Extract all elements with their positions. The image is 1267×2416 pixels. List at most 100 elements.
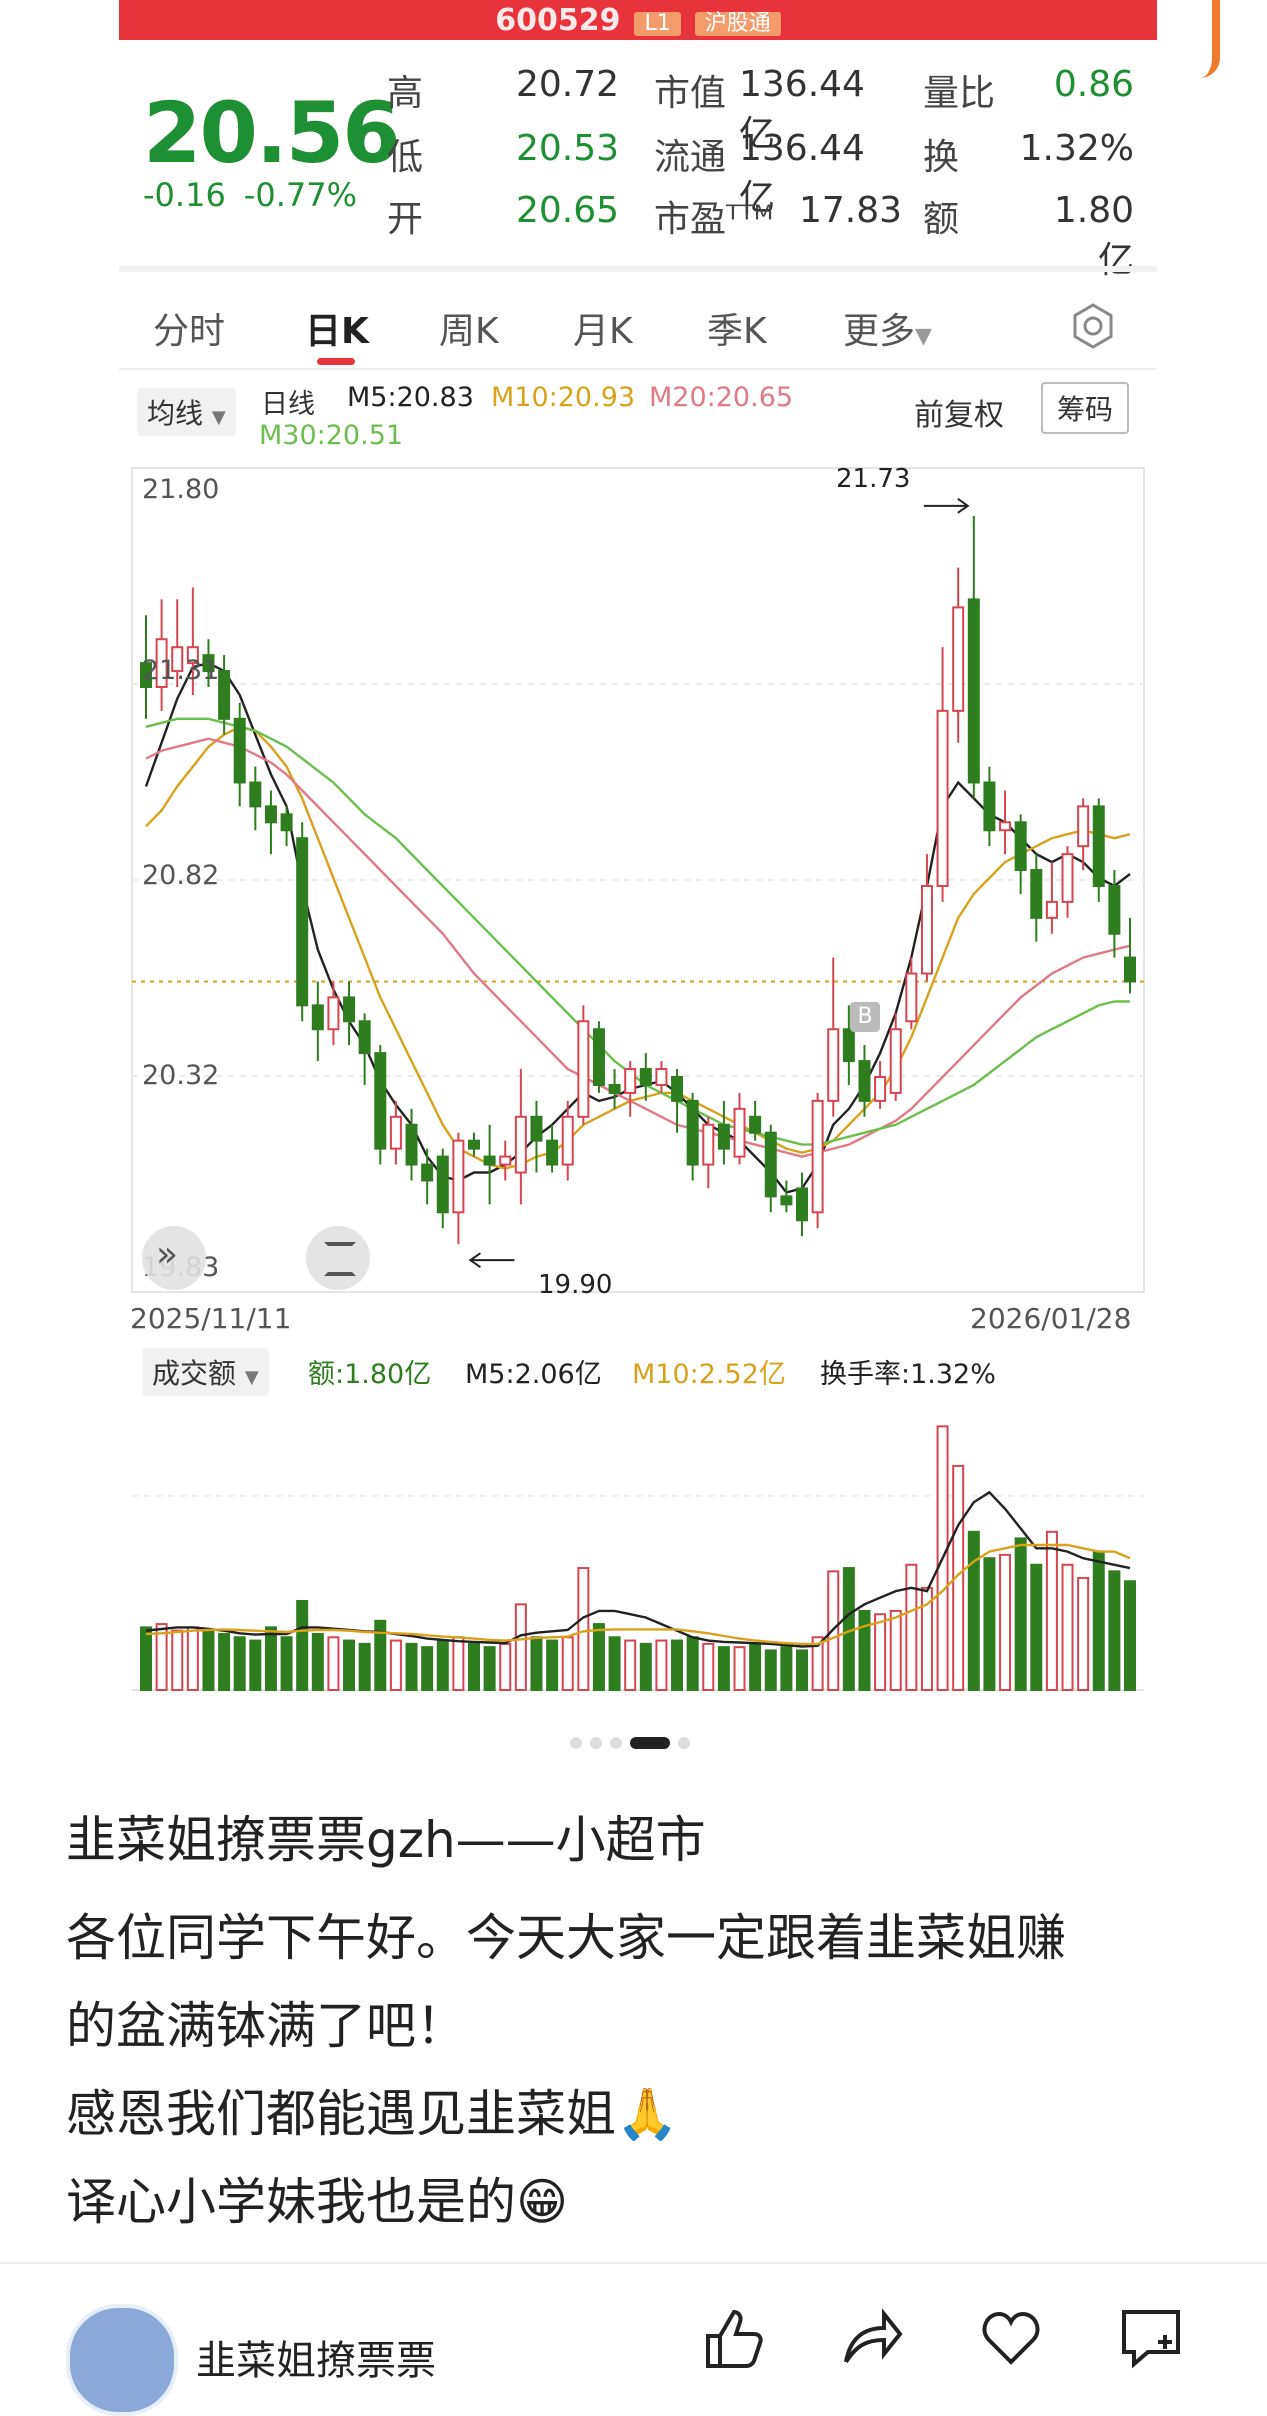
volume-bar <box>140 1626 152 1692</box>
volume-bar <box>218 1632 231 1692</box>
ma-legend-bar: 均线 ▼ 日线 M5:20.83 M10:20.93 M20:20.65 M30… <box>119 378 1157 454</box>
tab-more[interactable]: 更多▼ <box>843 302 932 354</box>
start-date: 2025/11/11 <box>130 1302 292 1335</box>
carousel-dot[interactable] <box>590 1737 602 1749</box>
high-value: 20.72 <box>515 64 619 105</box>
volume-bar <box>717 1646 730 1691</box>
line-type-label: 日线 <box>261 389 315 420</box>
vol-m5-legend: M5:2.06亿 <box>465 1359 602 1390</box>
candle-body <box>702 1123 715 1166</box>
carousel-dot[interactable] <box>570 1737 582 1749</box>
volume-bar <box>1124 1580 1136 1691</box>
tab-weekly[interactable]: 周K <box>439 302 499 354</box>
candle-body <box>421 1163 434 1182</box>
ma30-value: M30:20.51 <box>259 420 404 451</box>
share-icon[interactable] <box>836 2302 906 2372</box>
volume-indicator-select[interactable]: 成交额 ▼ <box>142 1348 269 1396</box>
mktcap-label: 市值 <box>654 73 727 114</box>
candle-body <box>639 1068 652 1086</box>
carousel-dot[interactable] <box>610 1737 622 1749</box>
volume-bar <box>733 1646 746 1691</box>
volume-bar <box>1014 1537 1027 1691</box>
volume-bar <box>561 1636 574 1691</box>
volume-bar <box>343 1639 356 1691</box>
connect-tag: 沪股通 <box>694 12 781 36</box>
volume-bar <box>577 1567 590 1691</box>
post-line: 感恩我们都能遇见韭菜姐🙏 <box>66 2085 679 2143</box>
tab-monthly[interactable]: 月K <box>573 302 633 354</box>
ma-line-m10 <box>145 725 1131 1170</box>
low-label: 低 <box>387 137 424 178</box>
indicator-select[interactable]: 均线 ▼ <box>137 388 236 436</box>
volume-bar <box>983 1557 996 1691</box>
author-name[interactable]: 韭菜姐撩票票 <box>196 2328 436 2386</box>
y-tick-4: 20.32 <box>142 1060 220 1091</box>
divider <box>119 368 1157 370</box>
candle-body <box>936 709 949 887</box>
candle-body <box>311 1004 324 1031</box>
volume-bar <box>171 1629 184 1692</box>
volume-ma-m5 <box>145 1490 1131 1648</box>
settings-icon[interactable] <box>1069 302 1117 350</box>
candle-body <box>1014 821 1027 872</box>
comment-icon[interactable] <box>1116 2302 1186 2372</box>
tab-quarterly[interactable]: 季K <box>707 302 767 354</box>
high-label: 高 <box>387 73 424 114</box>
buy-marker[interactable]: B <box>850 1002 880 1032</box>
fullscreen-button[interactable] <box>306 1226 370 1290</box>
volume-bar <box>546 1639 559 1691</box>
volume-bar <box>327 1636 340 1691</box>
candle-body <box>874 1075 887 1102</box>
volume-bar <box>780 1646 793 1691</box>
volume-chart[interactable] <box>130 1390 1146 1700</box>
volume-bar <box>202 1629 215 1692</box>
period-tabs: 分时 日K 周K 月K 季K 更多▼ <box>119 284 1157 368</box>
end-date: 2026/01/28 <box>970 1302 1132 1335</box>
candle-body <box>1030 869 1043 919</box>
ma20-value: M20:20.65 <box>649 382 794 413</box>
volume-bar <box>311 1632 324 1692</box>
ma10-value: M10:20.93 <box>491 382 636 413</box>
candle-body <box>249 781 262 808</box>
post-content: 韭菜姐撩票票gzh——小超市 各位同学下午好。今天大家一定跟着韭菜姐赚 的盆满钵… <box>66 1790 1206 2246</box>
volume-ma-m10 <box>145 1543 1131 1646</box>
low-marker-label: 19.90 <box>538 1270 613 1300</box>
avatar[interactable] <box>66 2304 178 2416</box>
carousel-dot[interactable] <box>678 1737 690 1749</box>
like-icon[interactable] <box>696 2302 766 2372</box>
high-arrow <box>923 498 970 514</box>
candle-body <box>889 1028 902 1094</box>
volume-bar <box>967 1530 980 1691</box>
kline-chart[interactable]: 21.80 21.31 20.82 20.32 19.83 21.73 19.9… <box>130 460 1146 1335</box>
volume-bar <box>452 1636 465 1691</box>
candle-body <box>796 1187 808 1222</box>
candle-body <box>327 996 340 1031</box>
bottom-action-bar: 韭菜姐撩票票 <box>0 2262 1267 2416</box>
divider <box>119 266 1157 272</box>
candle-body <box>717 1123 730 1150</box>
expand-panel-button[interactable]: » <box>142 1226 206 1290</box>
turnover-value: 1.32% <box>1019 128 1134 169</box>
volume-bar <box>264 1626 277 1692</box>
candle-body <box>624 1068 637 1094</box>
carousel-dot-active[interactable] <box>630 1737 670 1749</box>
adjust-toggle[interactable]: 前复权 <box>914 390 1004 434</box>
tab-daily[interactable]: 日K <box>305 302 369 354</box>
volume-bar <box>530 1636 543 1691</box>
heart-icon[interactable] <box>976 2302 1046 2372</box>
candle-body <box>468 1139 480 1150</box>
tab-intraday[interactable]: 分时 <box>153 302 225 354</box>
volume-bar <box>280 1636 293 1691</box>
candle-body <box>1092 805 1105 887</box>
chips-button[interactable]: 筹码 <box>1041 382 1130 434</box>
post-line: 译心小学妹我也是的😁 <box>66 2173 569 2231</box>
change-percent: -0.77% <box>243 176 357 214</box>
candle-body <box>1077 805 1090 848</box>
volume-bar <box>1030 1563 1043 1691</box>
candle-body <box>811 1099 824 1214</box>
last-price: 20.56 <box>143 84 401 182</box>
low-value: 20.53 <box>515 128 619 169</box>
candle-body <box>842 1028 855 1063</box>
volume-bar <box>592 1623 605 1691</box>
volume-bar <box>249 1639 262 1691</box>
